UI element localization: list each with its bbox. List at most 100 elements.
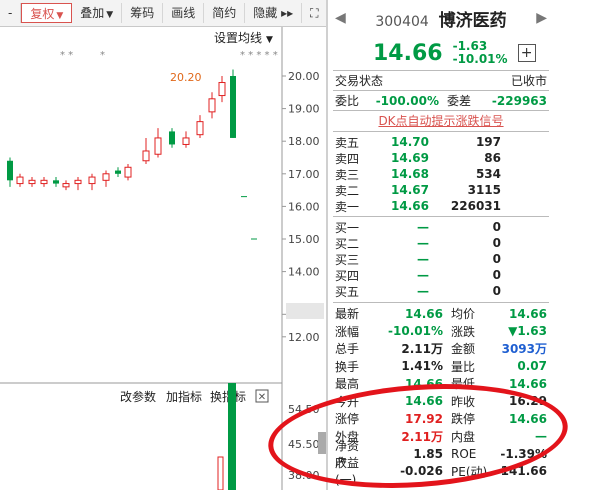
stat-value: 2.11万 [401,429,443,444]
ask-label: 卖三 [335,167,360,182]
stat-label: 最低 [451,377,476,392]
close-icon[interactable]: ✕ [258,392,266,403]
ask-price: 14.67 [391,183,429,197]
stat-label: 均价 [451,307,476,322]
stat-label: 涨幅 [335,324,360,339]
stat-value: 2.11万 [401,342,443,357]
draw-line-button[interactable]: 画线 [163,3,205,23]
candle-body-2 [28,179,36,185]
stat-value: 16.29 [509,394,547,409]
ask-level-5[interactable]: 卖一 14.66 226031 [329,198,553,214]
ask-level-4[interactable]: 卖二 14.67 3115 [329,182,553,198]
bid-level-1[interactable]: 买一 — 0 [329,219,553,235]
stat-row: 今开 14.66 昨收 16.29 [329,393,553,411]
bid-volume: 0 [492,252,501,266]
stat-value: 14.66 [405,306,443,321]
candle-body-7 [88,176,96,185]
stat-value: -141.66 [495,464,547,479]
stat-label: 最新 [335,307,360,322]
weibi-value: -100.00% [375,93,439,108]
stat-value: 0.07 [517,359,547,374]
stat-value: 14.66 [509,411,547,426]
bid-label: 买一 [335,220,360,235]
bid-level-3[interactable]: 买三 — 0 [329,251,553,267]
settings-ma-label[interactable]: 设置均线 [214,31,262,45]
stat-value: 14.66 [405,394,443,409]
bid-volume: 0 [492,236,501,250]
bid-level-5[interactable]: 买五 — 0 [329,283,553,299]
overlay-button[interactable]: 叠加 ▼ [72,3,123,23]
chips-button[interactable]: 筹码 [122,3,164,23]
current-price-tag [286,303,324,319]
chart-toolbar: - 复权 ▼ 叠加 ▼ 筹码 画线 简约 隐藏 ▸▸ ⛶ [0,0,326,27]
price-tick-0: 20.00 [288,70,320,83]
stat-value: 14.66 [509,306,547,321]
candle-body-3 [40,179,48,185]
trade-status-row: 交易状态 已收市 [329,71,553,90]
expand-icon[interactable]: ⛶ [302,3,326,23]
weicha-label: 委差 [447,94,472,108]
candle-body-5 [62,183,70,188]
weicha-value: -229963 [491,93,547,108]
stock-name: 博济医药 [438,10,507,31]
stat-label: 跌停 [451,412,476,427]
candle-body-9 [115,170,121,174]
marker-star-single: * [100,50,105,61]
change-percent: -10.01% [452,52,508,66]
add-watchlist-icon[interactable]: + [517,44,536,62]
kline-svg: 设置均线 ▼ * * * * * * * * 20.00 19.00 18.00 17… [0,27,324,491]
ask-level-3[interactable]: 卖三 14.68 534 [329,166,553,182]
stat-label: 量比 [451,359,476,374]
marker-stars-right: * * * * * [240,50,278,61]
ask-level-1[interactable]: 卖五 14.70 197 [329,134,553,150]
stat-row: 涨幅 -10.01% 涨跌 ▼1.63 [329,323,553,341]
candle-body-15 [196,121,204,136]
quote-header: ◀ 300404 博济医药 ▶ [329,0,553,36]
add-indicator-button[interactable]: 加指标 [166,389,202,404]
splitter[interactable] [326,0,328,490]
bid-level-2[interactable]: 买二 — 0 [329,235,553,251]
stat-row: 收益(一) -0.026 PE(动) -141.66 [329,456,553,487]
chevron-down-icon[interactable]: ▼ [266,35,273,45]
candlesticks [7,69,257,240]
stats-table: 最新 14.66 均价 14.66 涨幅 -10.01% 涨跌 ▼1.63 总手 2.11万 金额 3… [329,303,553,488]
prev-stock-icon[interactable]: ◀ [335,10,346,26]
price-row: 14.66 -1.63 -10.01% + [329,36,553,70]
ask-level-2[interactable]: 卖四 14.69 86 [329,150,553,166]
candle-body-11 [142,150,150,162]
kline-chart[interactable]: 设置均线 ▼ * * * * * * * * 20.00 19.00 18.00 17… [0,27,326,491]
candle-body-10 [124,166,132,178]
stat-value: — [535,429,547,444]
buy-orderbook: 买一 — 0 买二 — 0 买三 — 0 买四 — 0 买五 — 0 [329,217,553,299]
price-tick-1: 19.00 [288,103,320,116]
bid-label: 买五 [335,284,360,299]
candle-body-1 [16,176,24,185]
stat-label: 今开 [335,394,360,409]
stat-row: 涨停 17.92 跌停 14.66 [329,410,553,428]
simple-button[interactable]: 简约 [204,3,246,23]
hide-button[interactable]: 隐藏 ▸▸ [245,3,303,23]
ask-volume: 197 [475,135,501,149]
stat-label: 内盘 [451,429,476,444]
price-tick-8: 12.00 [288,331,320,344]
bid-price: — [417,220,429,234]
fuquan-button[interactable]: 复权 ▼ [21,3,73,23]
stat-label: 金额 [451,342,476,357]
bid-level-4[interactable]: 买四 — 0 [329,267,553,283]
stat-label: PE(动) [451,464,488,479]
stat-label: 最高 [335,377,360,392]
price-tick-2: 18.00 [288,135,320,148]
double-arrow-icon: ▸▸ [281,6,294,20]
next-stock-icon[interactable]: ▶ [536,10,547,26]
ask-label: 卖五 [335,135,360,150]
weibi-label: 委比 [335,94,360,108]
stat-value: 17.92 [405,411,443,426]
dk-signal-link[interactable]: DK点自动提示涨跌信号 [329,111,553,131]
change-params-button[interactable]: 改参数 [120,389,156,404]
chevron-down-icon: ▼ [106,10,114,20]
bid-price: — [417,268,429,282]
peak-price-label: 20.20 [170,71,202,84]
stat-row: 最新 14.66 均价 14.66 [329,305,553,323]
ask-price: 14.68 [391,167,429,181]
candle-body-14 [182,137,190,145]
